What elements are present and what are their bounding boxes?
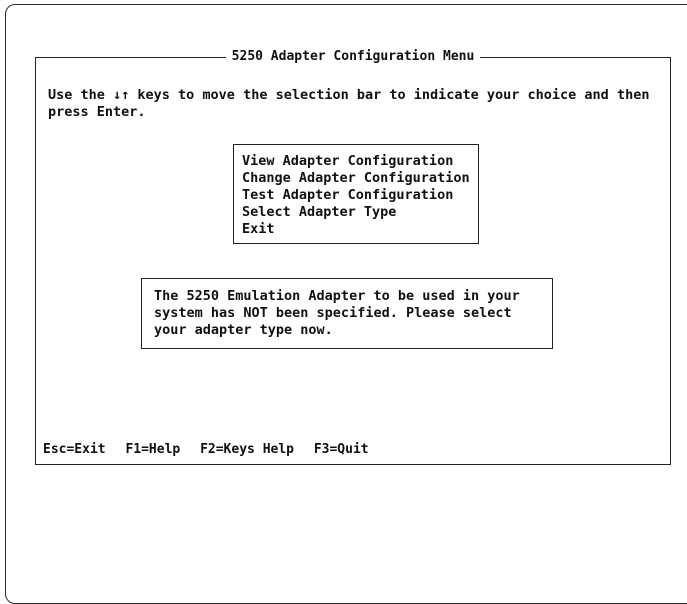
message-line: your adapter type now. xyxy=(154,322,333,338)
message-box: The 5250 Emulation Adapter to be used in… xyxy=(141,278,553,349)
message-line: The 5250 Emulation Adapter to be used in… xyxy=(154,288,520,304)
f3-quit-key[interactable]: F3=Quit xyxy=(314,442,369,457)
instruction-text: Use the ↓↑ keys to move the selection ba… xyxy=(48,87,650,120)
config-menu-window: 5250 Adapter Configuration Menu Use the … xyxy=(35,49,671,465)
f1-help-key[interactable]: F1=Help xyxy=(125,442,180,457)
window-title: 5250 Adapter Configuration Menu xyxy=(36,49,670,65)
menu-item-select-adapter-type[interactable]: Select Adapter Type xyxy=(242,204,478,221)
menu-item-test-adapter-configuration[interactable]: Test Adapter Configuration xyxy=(242,187,478,204)
window-title-text: 5250 Adapter Configuration Menu xyxy=(225,49,481,64)
menu-item-exit[interactable]: Exit xyxy=(242,221,478,238)
esc-exit-key[interactable]: Esc=Exit xyxy=(43,442,106,457)
f2-keys-help-key[interactable]: F2=Keys Help xyxy=(200,442,294,457)
message-line: system has NOT been specified. Please se… xyxy=(154,305,512,321)
function-key-bar: Esc=Exit F1=Help F2=Keys Help F3=Quit xyxy=(43,442,381,457)
menu-item-view-adapter-configuration[interactable]: View Adapter Configuration xyxy=(242,153,478,170)
menu-item-change-adapter-configuration[interactable]: Change Adapter Configuration xyxy=(242,170,478,187)
option-menu: View Adapter Configuration Change Adapte… xyxy=(233,144,479,244)
